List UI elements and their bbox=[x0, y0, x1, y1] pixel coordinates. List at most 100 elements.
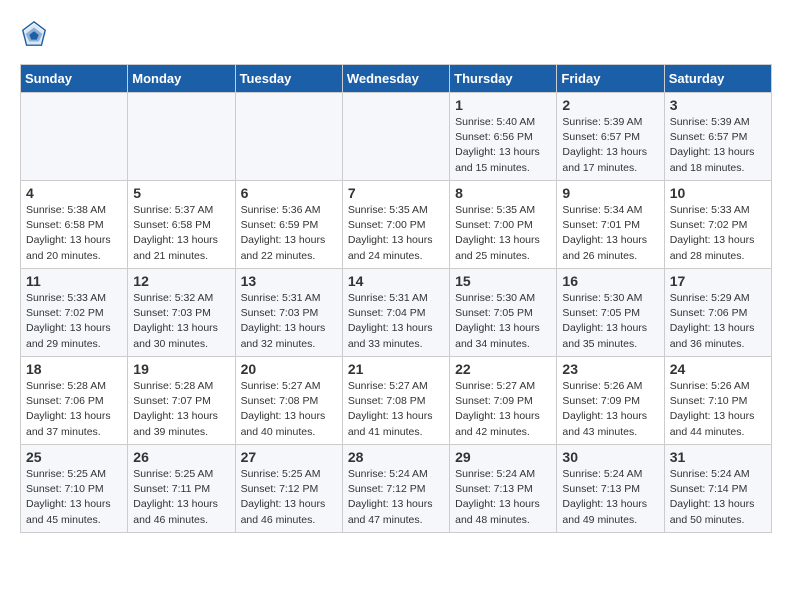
logo bbox=[20, 20, 52, 48]
day-cell: 29Sunrise: 5:24 AM Sunset: 7:13 PM Dayli… bbox=[450, 445, 557, 533]
day-cell: 9 Sunrise: 5:34 AM Sunset: 7:01 PM Daylig… bbox=[557, 181, 664, 269]
day-cell bbox=[128, 93, 235, 181]
day-number: 17 bbox=[670, 273, 766, 289]
day-info: Sunrise: 5:31 AM Sunset: 7:03 PM Dayligh… bbox=[241, 291, 337, 352]
header-cell-sunday: Sunday bbox=[21, 65, 128, 93]
header-cell-friday: Friday bbox=[557, 65, 664, 93]
day-cell: 15 Sunrise: 5:30 AM Sunset: 7:05 PM Dayli… bbox=[450, 269, 557, 357]
day-cell: 3Sunrise: 5:39 AM Sunset: 6:57 PM Daylig… bbox=[664, 93, 771, 181]
day-info: Sunrise: 5:25 AM Sunset: 7:12 PM Dayligh… bbox=[241, 467, 337, 528]
header-cell-tuesday: Tuesday bbox=[235, 65, 342, 93]
header-cell-saturday: Saturday bbox=[664, 65, 771, 93]
day-cell: 8Sunrise: 5:35 AM Sunset: 7:00 PM Daylig… bbox=[450, 181, 557, 269]
day-cell: 4 Sunrise: 5:38 AM Sunset: 6:58 PM Daylig… bbox=[21, 181, 128, 269]
day-info: Sunrise: 5:28 AM Sunset: 7:06 PM Dayligh… bbox=[26, 379, 122, 440]
day-cell: 23 Sunrise: 5:26 AM Sunset: 7:09 PM Dayli… bbox=[557, 357, 664, 445]
day-number: 14 bbox=[348, 273, 444, 289]
day-info: Sunrise: 5:39 AM Sunset: 6:57 PM Dayligh… bbox=[562, 115, 658, 176]
day-info: Sunrise: 5:25 AM Sunset: 7:10 PM Dayligh… bbox=[26, 467, 122, 528]
header-row: SundayMondayTuesdayWednesdayThursdayFrid… bbox=[21, 65, 772, 93]
day-info: Sunrise: 5:33 AM Sunset: 7:02 PM Dayligh… bbox=[26, 291, 122, 352]
day-cell: 7 Sunrise: 5:35 AM Sunset: 7:00 PM Daylig… bbox=[342, 181, 449, 269]
day-number: 22 bbox=[455, 361, 551, 377]
header-cell-thursday: Thursday bbox=[450, 65, 557, 93]
day-info: Sunrise: 5:24 AM Sunset: 7:13 PM Dayligh… bbox=[562, 467, 658, 528]
day-cell bbox=[235, 93, 342, 181]
day-cell: 26 Sunrise: 5:25 AM Sunset: 7:11 PM Dayli… bbox=[128, 445, 235, 533]
day-number: 27 bbox=[241, 449, 337, 465]
day-number: 4 bbox=[26, 185, 122, 201]
day-info: Sunrise: 5:30 AM Sunset: 7:05 PM Dayligh… bbox=[455, 291, 551, 352]
day-cell: 6 Sunrise: 5:36 AM Sunset: 6:59 PM Daylig… bbox=[235, 181, 342, 269]
day-number: 8 bbox=[455, 185, 551, 201]
day-cell: 20Sunrise: 5:27 AM Sunset: 7:08 PM Dayli… bbox=[235, 357, 342, 445]
day-info: Sunrise: 5:35 AM Sunset: 7:00 PM Dayligh… bbox=[348, 203, 444, 264]
day-info: Sunrise: 5:28 AM Sunset: 7:07 PM Dayligh… bbox=[133, 379, 229, 440]
day-cell: 2 Sunrise: 5:39 AM Sunset: 6:57 PM Daylig… bbox=[557, 93, 664, 181]
day-cell bbox=[342, 93, 449, 181]
day-info: Sunrise: 5:24 AM Sunset: 7:13 PM Dayligh… bbox=[455, 467, 551, 528]
day-cell: 12 Sunrise: 5:32 AM Sunset: 7:03 PM Dayli… bbox=[128, 269, 235, 357]
day-number: 12 bbox=[133, 273, 229, 289]
day-number: 1 bbox=[455, 97, 551, 113]
day-cell: 13 Sunrise: 5:31 AM Sunset: 7:03 PM Dayli… bbox=[235, 269, 342, 357]
day-cell: 28 Sunrise: 5:24 AM Sunset: 7:12 PM Dayli… bbox=[342, 445, 449, 533]
day-number: 7 bbox=[348, 185, 444, 201]
day-cell: 18 Sunrise: 5:28 AM Sunset: 7:06 PM Dayli… bbox=[21, 357, 128, 445]
day-number: 13 bbox=[241, 273, 337, 289]
day-number: 25 bbox=[26, 449, 122, 465]
day-info: Sunrise: 5:37 AM Sunset: 6:58 PM Dayligh… bbox=[133, 203, 229, 264]
calendar-table: SundayMondayTuesdayWednesdayThursdayFrid… bbox=[20, 64, 772, 533]
day-info: Sunrise: 5:34 AM Sunset: 7:01 PM Dayligh… bbox=[562, 203, 658, 264]
day-info: Sunrise: 5:31 AM Sunset: 7:04 PM Dayligh… bbox=[348, 291, 444, 352]
week-row-4: 18 Sunrise: 5:28 AM Sunset: 7:06 PM Dayli… bbox=[21, 357, 772, 445]
day-cell: 1 Sunrise: 5:40 AM Sunset: 6:56 PM Daylig… bbox=[450, 93, 557, 181]
day-info: Sunrise: 5:40 AM Sunset: 6:56 PM Dayligh… bbox=[455, 115, 551, 176]
calendar-header: SundayMondayTuesdayWednesdayThursdayFrid… bbox=[21, 65, 772, 93]
day-info: Sunrise: 5:27 AM Sunset: 7:08 PM Dayligh… bbox=[348, 379, 444, 440]
day-cell: 27 Sunrise: 5:25 AM Sunset: 7:12 PM Dayli… bbox=[235, 445, 342, 533]
day-cell: 31 Sunrise: 5:24 AM Sunset: 7:14 PM Dayli… bbox=[664, 445, 771, 533]
day-info: Sunrise: 5:26 AM Sunset: 7:09 PM Dayligh… bbox=[562, 379, 658, 440]
calendar-body: 1 Sunrise: 5:40 AM Sunset: 6:56 PM Daylig… bbox=[21, 93, 772, 533]
day-info: Sunrise: 5:25 AM Sunset: 7:11 PM Dayligh… bbox=[133, 467, 229, 528]
day-cell: 21Sunrise: 5:27 AM Sunset: 7:08 PM Dayli… bbox=[342, 357, 449, 445]
day-cell: 10 Sunrise: 5:33 AM Sunset: 7:02 PM Dayli… bbox=[664, 181, 771, 269]
day-info: Sunrise: 5:24 AM Sunset: 7:12 PM Dayligh… bbox=[348, 467, 444, 528]
day-cell: 5Sunrise: 5:37 AM Sunset: 6:58 PM Daylig… bbox=[128, 181, 235, 269]
day-info: Sunrise: 5:38 AM Sunset: 6:58 PM Dayligh… bbox=[26, 203, 122, 264]
day-number: 31 bbox=[670, 449, 766, 465]
day-info: Sunrise: 5:32 AM Sunset: 7:03 PM Dayligh… bbox=[133, 291, 229, 352]
day-number: 6 bbox=[241, 185, 337, 201]
week-row-3: 11 Sunrise: 5:33 AM Sunset: 7:02 PM Dayli… bbox=[21, 269, 772, 357]
day-number: 30 bbox=[562, 449, 658, 465]
day-number: 18 bbox=[26, 361, 122, 377]
day-number: 24 bbox=[670, 361, 766, 377]
day-number: 11 bbox=[26, 273, 122, 289]
day-info: Sunrise: 5:27 AM Sunset: 7:08 PM Dayligh… bbox=[241, 379, 337, 440]
day-cell: 17Sunrise: 5:29 AM Sunset: 7:06 PM Dayli… bbox=[664, 269, 771, 357]
day-number: 2 bbox=[562, 97, 658, 113]
week-row-1: 1 Sunrise: 5:40 AM Sunset: 6:56 PM Daylig… bbox=[21, 93, 772, 181]
day-cell: 11 Sunrise: 5:33 AM Sunset: 7:02 PM Dayli… bbox=[21, 269, 128, 357]
day-info: Sunrise: 5:27 AM Sunset: 7:09 PM Dayligh… bbox=[455, 379, 551, 440]
day-cell: 24Sunrise: 5:26 AM Sunset: 7:10 PM Dayli… bbox=[664, 357, 771, 445]
day-info: Sunrise: 5:36 AM Sunset: 6:59 PM Dayligh… bbox=[241, 203, 337, 264]
day-number: 3 bbox=[670, 97, 766, 113]
page-header bbox=[20, 20, 772, 48]
day-cell: 25 Sunrise: 5:25 AM Sunset: 7:10 PM Dayli… bbox=[21, 445, 128, 533]
day-info: Sunrise: 5:30 AM Sunset: 7:05 PM Dayligh… bbox=[562, 291, 658, 352]
day-cell: 19Sunrise: 5:28 AM Sunset: 7:07 PM Dayli… bbox=[128, 357, 235, 445]
day-number: 23 bbox=[562, 361, 658, 377]
day-number: 9 bbox=[562, 185, 658, 201]
day-cell bbox=[21, 93, 128, 181]
day-info: Sunrise: 5:24 AM Sunset: 7:14 PM Dayligh… bbox=[670, 467, 766, 528]
day-number: 26 bbox=[133, 449, 229, 465]
day-number: 28 bbox=[348, 449, 444, 465]
day-info: Sunrise: 5:33 AM Sunset: 7:02 PM Dayligh… bbox=[670, 203, 766, 264]
day-cell: 14 Sunrise: 5:31 AM Sunset: 7:04 PM Dayli… bbox=[342, 269, 449, 357]
day-cell: 30 Sunrise: 5:24 AM Sunset: 7:13 PM Dayli… bbox=[557, 445, 664, 533]
day-number: 15 bbox=[455, 273, 551, 289]
header-cell-wednesday: Wednesday bbox=[342, 65, 449, 93]
day-number: 10 bbox=[670, 185, 766, 201]
